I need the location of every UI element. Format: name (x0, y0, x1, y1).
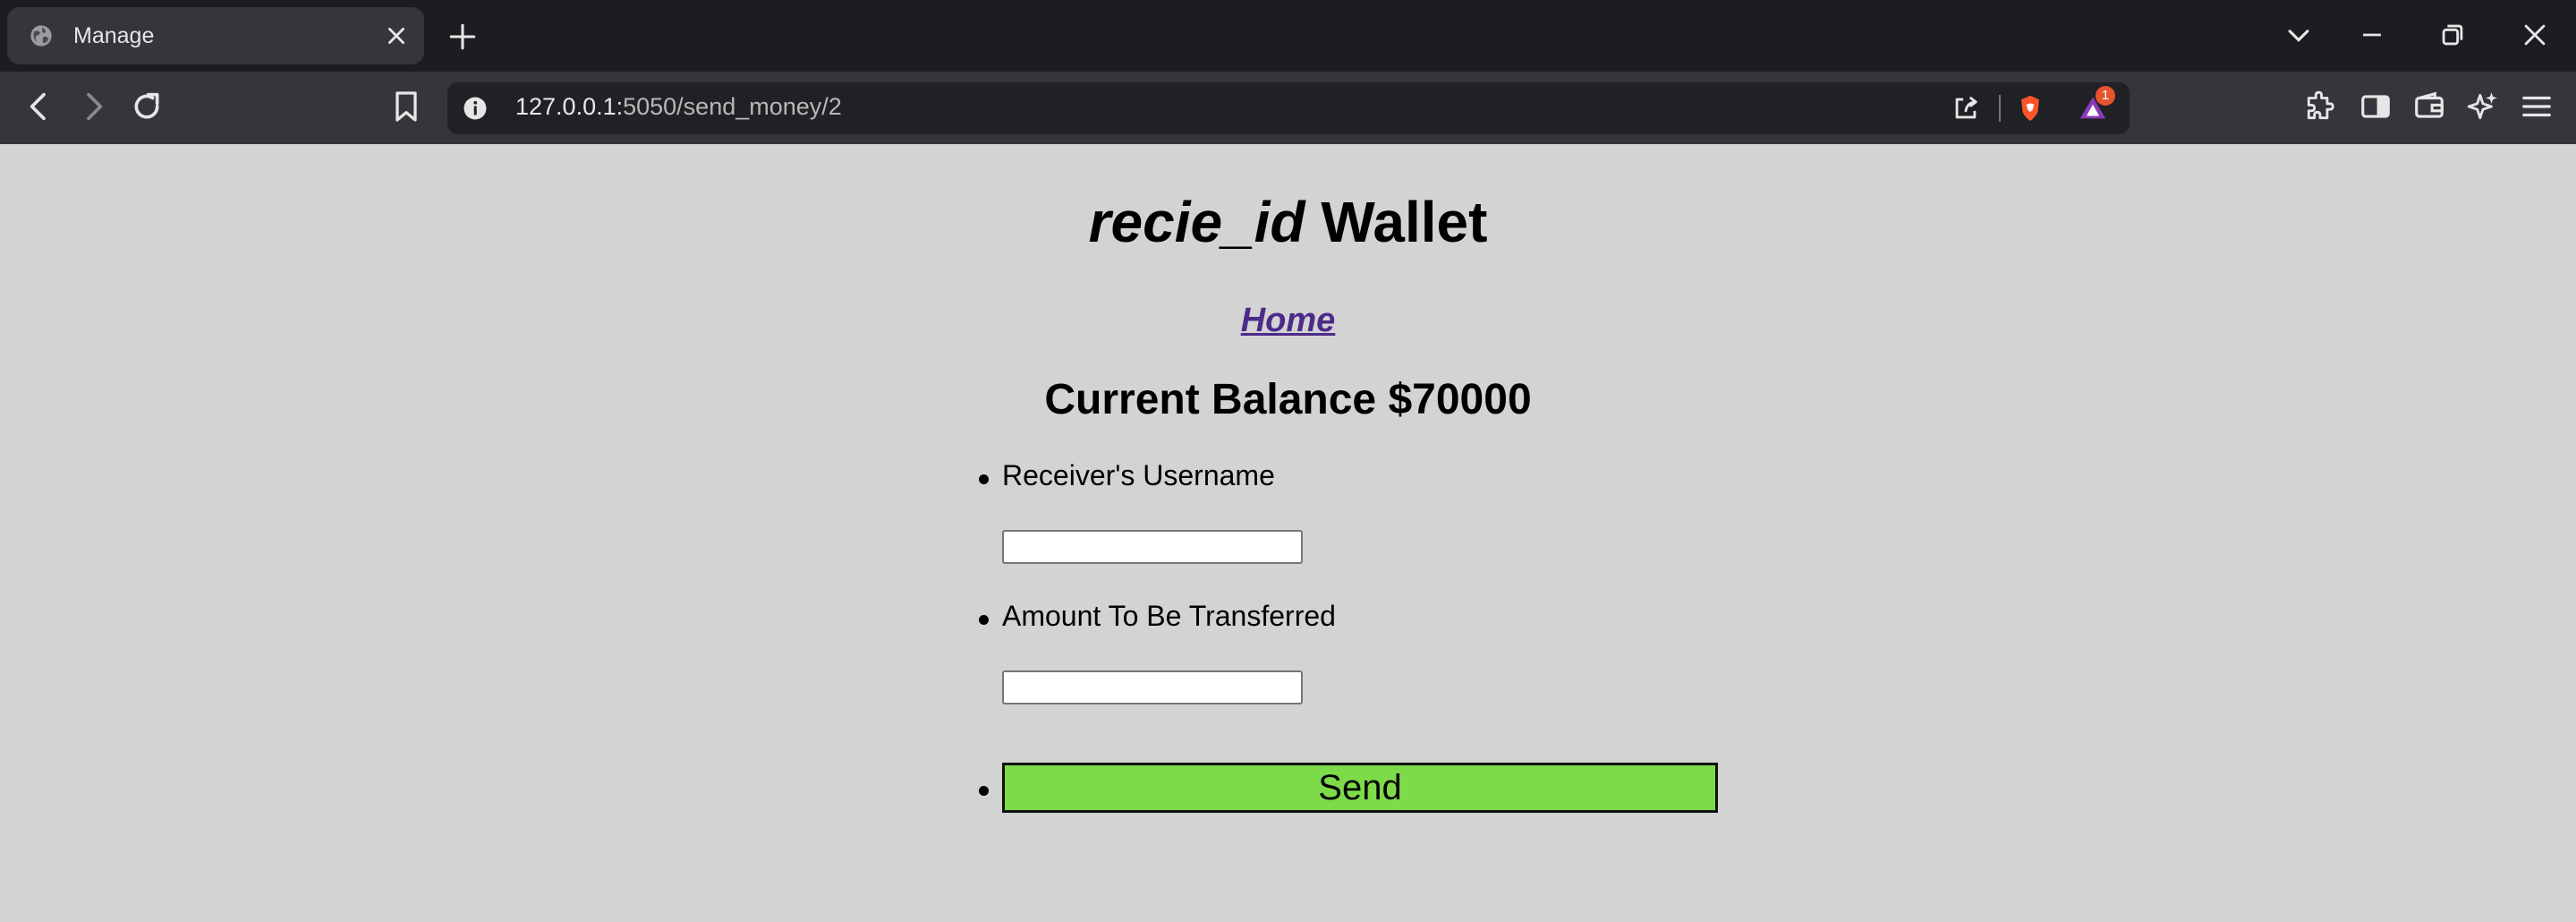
home-link[interactable]: Home (0, 302, 2576, 340)
receiver-username-label: Receiver's Username (1002, 459, 1275, 491)
current-balance: Current Balance $70000 (1044, 376, 1532, 423)
minimize-icon[interactable] (2357, 20, 2387, 50)
list-bullet (979, 786, 989, 796)
page-title-suffix: Wallet (1305, 190, 1488, 254)
tab-strip: Manage (0, 0, 2576, 72)
tab-manage[interactable]: Manage (7, 7, 424, 64)
forward-icon[interactable] (75, 89, 111, 124)
rewards-badge: 1 (2096, 86, 2115, 106)
url-path: 5050/send_money/2 (623, 93, 842, 120)
new-tab-icon[interactable] (447, 21, 478, 52)
omnibox-separator (1999, 95, 2001, 122)
site-info-icon[interactable] (462, 95, 489, 122)
list-bullet (979, 615, 989, 625)
url-host: 127.0.0.1: (515, 93, 624, 120)
leo-ai-icon[interactable] (2466, 90, 2500, 124)
transfer-amount-input[interactable] (1002, 670, 1303, 704)
back-icon[interactable] (21, 89, 57, 124)
close-window-icon[interactable] (2520, 20, 2550, 50)
sidebar-icon[interactable] (2359, 90, 2393, 124)
close-tab-icon[interactable] (385, 24, 408, 47)
menu-icon[interactable] (2520, 90, 2554, 124)
share-icon[interactable] (1951, 93, 1981, 124)
brave-shields-icon[interactable] (2015, 93, 2045, 124)
tab-title: Manage (73, 22, 155, 48)
tab-search-chevron-icon[interactable] (2283, 20, 2314, 50)
bookmark-icon[interactable] (388, 89, 424, 124)
url-text[interactable]: 127.0.0.1:5050/send_money/2 (515, 93, 842, 121)
page-content: recie_id Wallet Home Current Balance $70… (0, 144, 2576, 922)
receiver-username-input[interactable] (1002, 530, 1303, 564)
extensions-icon[interactable] (2303, 90, 2337, 124)
list-bullet (979, 474, 989, 484)
globe-icon (30, 25, 52, 47)
address-bar[interactable]: 127.0.0.1:5050/send_money/2 (447, 82, 2130, 134)
send-button[interactable]: Send (1002, 763, 1718, 813)
restore-icon[interactable] (2437, 20, 2468, 50)
page-title: recie_id Wallet (0, 189, 2576, 255)
reload-icon[interactable] (129, 89, 165, 124)
transfer-amount-label: Amount To Be Transferred (1002, 600, 1336, 632)
page-title-username: recie_id (1088, 190, 1305, 254)
wallet-icon[interactable] (2412, 90, 2446, 124)
browser-chrome: Manage 127.0.0.1:5050/send_money/2 1 (0, 0, 2576, 144)
